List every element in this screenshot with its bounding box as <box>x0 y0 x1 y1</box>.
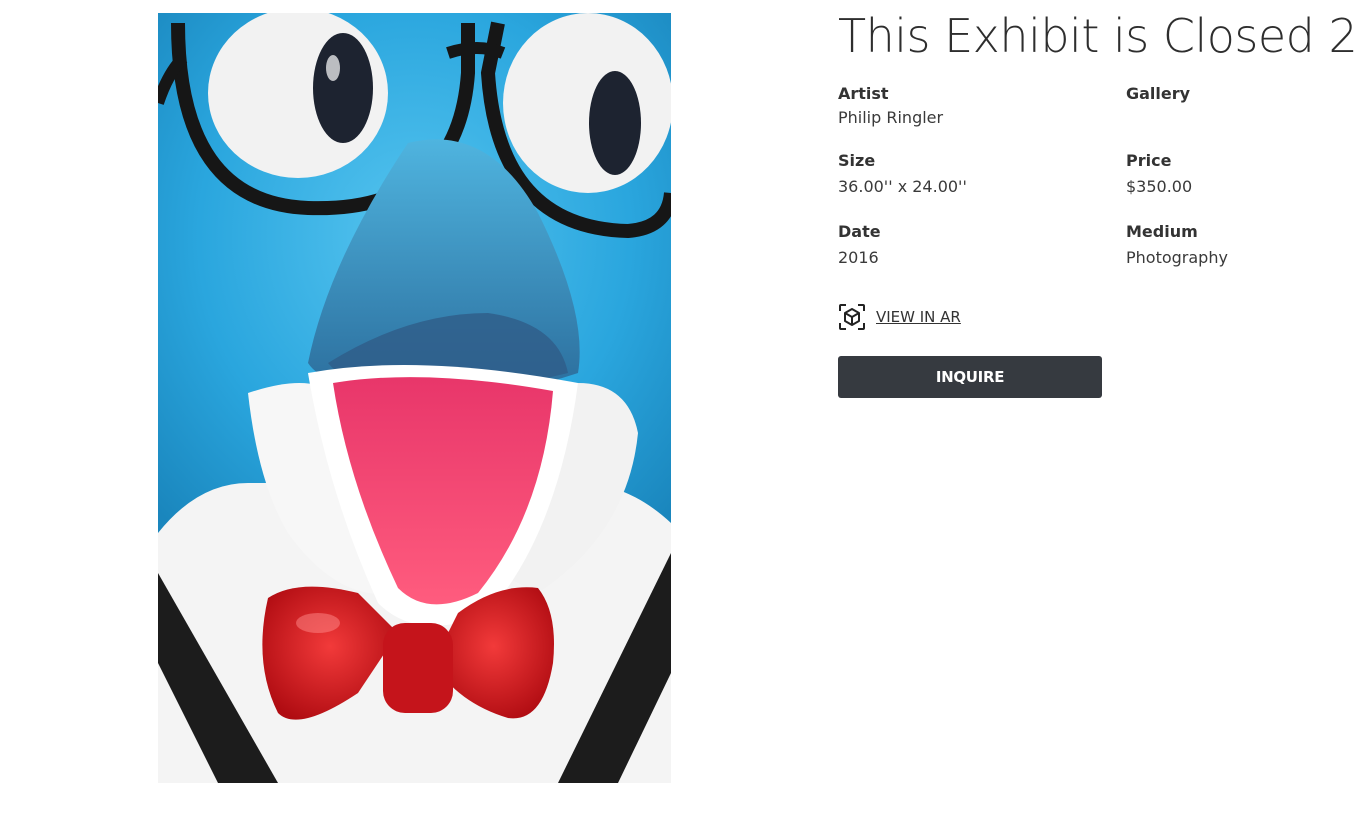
gallery-label: Gallery <box>1126 84 1191 103</box>
exhibit-title: This Exhibit is Closed 2 <box>838 9 1358 63</box>
size-value: 36.00'' x 24.00'' <box>838 177 967 196</box>
date-value: 2016 <box>838 248 879 267</box>
price-value: $350.00 <box>1126 177 1193 196</box>
medium-value: Photography <box>1126 248 1228 267</box>
inquire-button[interactable]: INQUIRE <box>838 356 1102 398</box>
artist-value: Philip Ringler <box>838 108 944 127</box>
artwork-image[interactable] <box>158 13 671 783</box>
penguin-sculpture-photo <box>158 13 671 783</box>
date-label: Date <box>838 222 881 241</box>
view-in-ar-label[interactable]: VIEW IN AR <box>876 307 961 327</box>
medium-label: Medium <box>1126 222 1198 241</box>
ar-cube-icon <box>838 303 866 331</box>
size-label: Size <box>838 151 876 170</box>
view-in-ar-link[interactable]: VIEW IN AR <box>838 303 961 331</box>
price-label: Price <box>1126 151 1172 170</box>
artist-label: Artist <box>838 84 889 103</box>
